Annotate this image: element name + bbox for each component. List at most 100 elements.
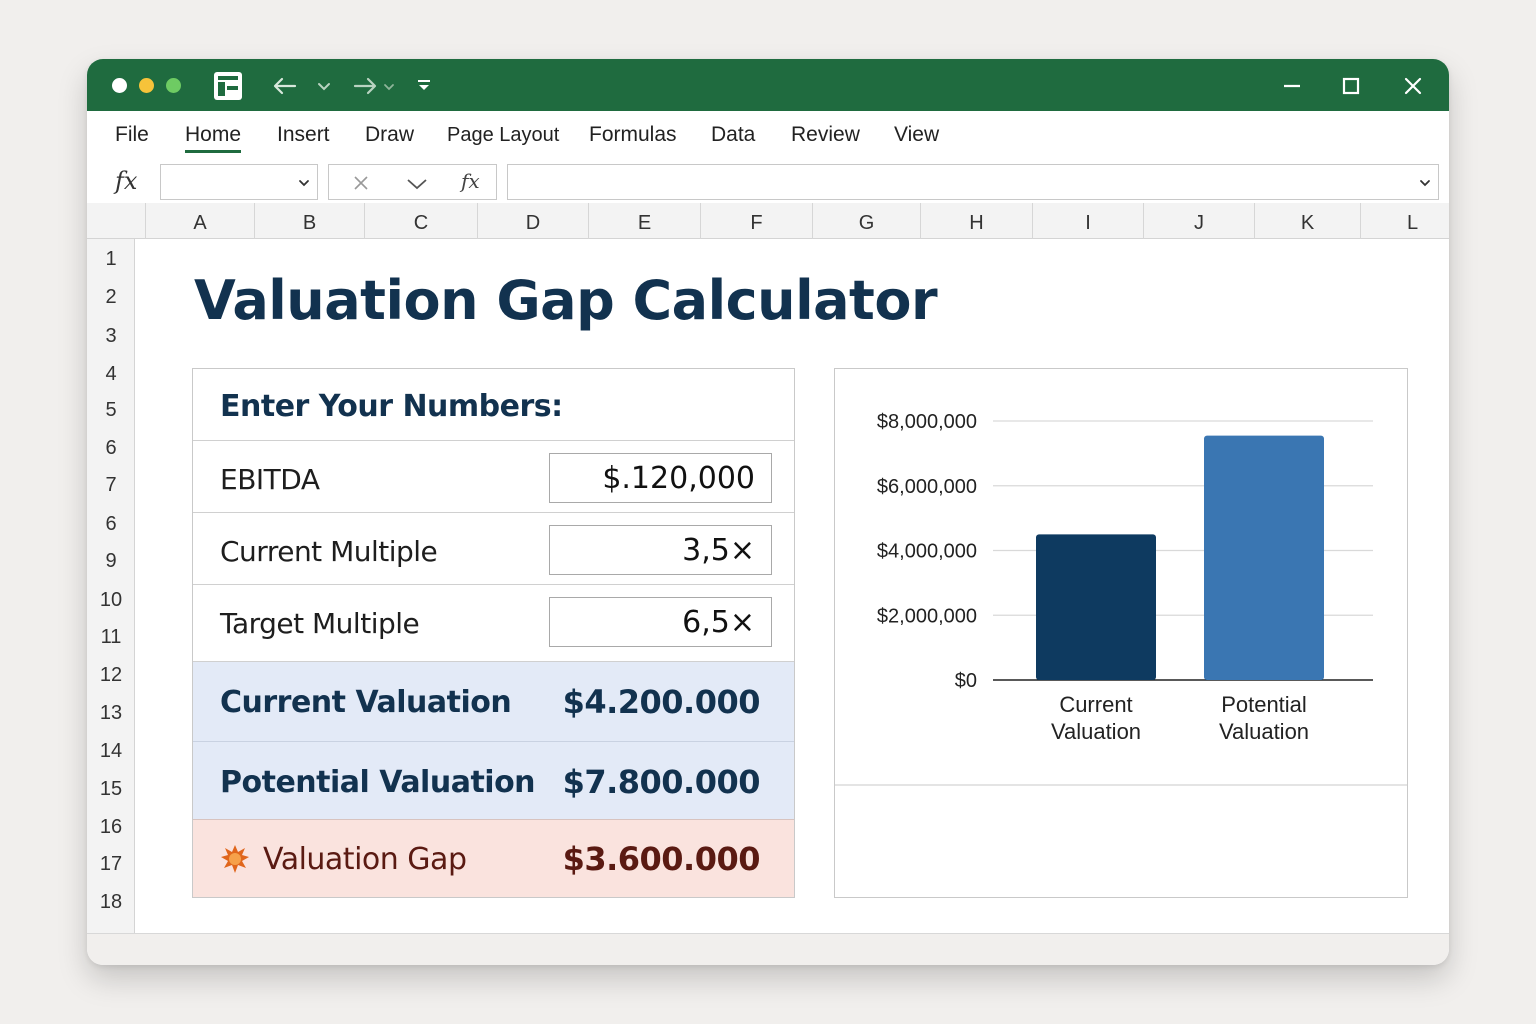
column-header-f[interactable]: F bbox=[700, 203, 812, 239]
spreadsheet-window: File Home Insert Draw Page Layout Formul… bbox=[87, 59, 1449, 965]
column-header-l[interactable]: L bbox=[1360, 203, 1449, 239]
tab-view[interactable]: View bbox=[894, 123, 939, 147]
zoom-window-dot[interactable] bbox=[166, 78, 181, 93]
insert-function-icon[interactable]: fx bbox=[461, 169, 480, 193]
row-header[interactable]: 1 bbox=[87, 248, 135, 271]
current-multiple-row: Current Multiple 3,5× bbox=[193, 513, 794, 585]
x-tick-label: Valuation bbox=[1051, 719, 1141, 744]
target-multiple-row: Target Multiple 6,5× bbox=[193, 585, 794, 662]
row-header[interactable]: 6 bbox=[87, 437, 135, 460]
title-bar bbox=[87, 59, 1449, 111]
close-icon[interactable] bbox=[1398, 71, 1428, 101]
x-tick-label: Potential bbox=[1221, 692, 1307, 717]
name-box[interactable] bbox=[160, 164, 318, 200]
row-headers: 1 2 3 4 5 6 7 6 9 10 11 12 13 14 15 16 1… bbox=[87, 239, 135, 933]
row-header[interactable]: 12 bbox=[87, 664, 135, 687]
tab-file[interactable]: File bbox=[115, 123, 149, 147]
confirm-entry-icon[interactable] bbox=[405, 173, 429, 193]
y-tick-label: $2,000,000 bbox=[877, 605, 977, 627]
bar bbox=[1204, 435, 1324, 680]
row-header[interactable]: 17 bbox=[87, 853, 135, 876]
valuation-bar-chart: $0 $2,000,000 $4,000,000 $6,000,000 $8,000,0… bbox=[835, 411, 1407, 786]
potential-valuation-row: Potential Valuation $7.800.000 bbox=[193, 742, 794, 820]
column-header-c[interactable]: C bbox=[364, 203, 477, 239]
column-header-d[interactable]: D bbox=[477, 203, 588, 239]
valuation-chart[interactable]: $0 $2,000,000 $4,000,000 $6,000,000 $8,000,0… bbox=[834, 368, 1408, 898]
tab-insert[interactable]: Insert bbox=[277, 123, 330, 147]
cancel-entry-icon[interactable] bbox=[351, 173, 371, 193]
current-multiple-label: Current Multiple bbox=[220, 535, 438, 568]
column-header-k[interactable]: K bbox=[1254, 203, 1360, 239]
row-header[interactable]: 4 bbox=[87, 363, 135, 386]
column-header-j[interactable]: J bbox=[1143, 203, 1254, 239]
y-tick-label: $4,000,000 bbox=[877, 541, 977, 563]
formula-tools: fx bbox=[328, 164, 497, 200]
row-header[interactable]: 11 bbox=[87, 626, 135, 649]
valuation-gap-row: Valuation Gap $3.600.000 bbox=[193, 820, 794, 897]
current-valuation-row: Current Valuation $4.200.000 bbox=[193, 662, 794, 742]
close-window-dot[interactable] bbox=[112, 78, 127, 93]
potential-valuation-label: Potential Valuation bbox=[220, 765, 536, 800]
row-header[interactable]: 7 bbox=[87, 474, 135, 497]
minimize-icon[interactable] bbox=[1277, 71, 1307, 101]
tab-draw[interactable]: Draw bbox=[365, 123, 414, 147]
maximize-icon[interactable] bbox=[1336, 71, 1366, 101]
chevron-down-icon[interactable] bbox=[297, 176, 311, 190]
current-multiple-input[interactable]: 3,5× bbox=[549, 525, 772, 575]
sheet-footer bbox=[87, 933, 1449, 965]
row-header[interactable]: 13 bbox=[87, 702, 135, 725]
spreadsheet-app-icon bbox=[214, 72, 242, 100]
y-tick-label: $0 bbox=[955, 670, 977, 692]
redo-dropdown-chevron-icon[interactable] bbox=[381, 71, 397, 101]
inputs-panel: Enter Your Numbers: EBITDA $.120,000 Cur… bbox=[192, 368, 795, 898]
tab-review[interactable]: Review bbox=[791, 123, 860, 147]
formula-bar: fx fx bbox=[87, 163, 1449, 203]
row-header[interactable]: 14 bbox=[87, 740, 135, 763]
starburst-icon bbox=[221, 845, 249, 873]
column-header-i[interactable]: I bbox=[1032, 203, 1143, 239]
fx-label: fx bbox=[115, 167, 138, 195]
row-header[interactable]: 10 bbox=[87, 589, 135, 612]
potential-valuation-value: $7.800.000 bbox=[562, 763, 761, 801]
formula-input[interactable] bbox=[507, 164, 1439, 200]
column-header-a[interactable]: A bbox=[145, 203, 254, 239]
minimize-window-dot[interactable] bbox=[139, 78, 154, 93]
x-tick-label: Current bbox=[1059, 692, 1132, 717]
ebitda-input[interactable]: $.120,000 bbox=[549, 453, 772, 503]
inputs-heading-row: Enter Your Numbers: bbox=[193, 369, 794, 441]
valuation-gap-value: $3.600.000 bbox=[562, 840, 761, 878]
target-multiple-input[interactable]: 6,5× bbox=[549, 597, 772, 647]
row-header[interactable]: 15 bbox=[87, 778, 135, 801]
redo-arrow-icon[interactable] bbox=[350, 71, 380, 101]
x-tick-label: Valuation bbox=[1219, 719, 1309, 744]
customize-toolbar-icon[interactable] bbox=[413, 71, 435, 101]
ribbon-tabs: File Home Insert Draw Page Layout Formul… bbox=[87, 111, 1449, 163]
column-header-g[interactable]: G bbox=[812, 203, 920, 239]
column-headers: A B C D E F G H I J K L bbox=[87, 203, 1449, 239]
undo-arrow-icon[interactable] bbox=[270, 71, 300, 101]
page-title: Valuation Gap Calculator bbox=[194, 269, 938, 332]
row-header[interactable]: 5 bbox=[87, 399, 135, 422]
row-header[interactable]: 3 bbox=[87, 325, 135, 348]
current-valuation-value: $4.200.000 bbox=[562, 683, 761, 721]
valuation-gap-label: Valuation Gap bbox=[263, 842, 467, 877]
row-header[interactable]: 6 bbox=[87, 513, 135, 536]
y-tick-label: $8,000,000 bbox=[877, 411, 977, 433]
row-header[interactable]: 18 bbox=[87, 891, 135, 914]
column-header-b[interactable]: B bbox=[254, 203, 364, 239]
tab-home[interactable]: Home bbox=[185, 123, 242, 153]
tab-formulas[interactable]: Formulas bbox=[589, 123, 677, 147]
tab-data[interactable]: Data bbox=[711, 123, 755, 147]
row-header[interactable]: 16 bbox=[87, 816, 135, 839]
ebitda-row: EBITDA $.120,000 bbox=[193, 441, 794, 513]
tab-page-layout[interactable]: Page Layout bbox=[447, 124, 559, 147]
y-tick-label: $6,000,000 bbox=[877, 476, 977, 498]
row-header[interactable]: 9 bbox=[87, 550, 135, 573]
expand-formula-chevron-icon[interactable] bbox=[1418, 176, 1432, 190]
bar bbox=[1036, 534, 1156, 680]
column-header-e[interactable]: E bbox=[588, 203, 700, 239]
column-header-h[interactable]: H bbox=[920, 203, 1032, 239]
inputs-heading: Enter Your Numbers: bbox=[220, 389, 563, 424]
row-header[interactable]: 2 bbox=[87, 286, 135, 309]
undo-dropdown-chevron-icon[interactable] bbox=[315, 71, 333, 101]
